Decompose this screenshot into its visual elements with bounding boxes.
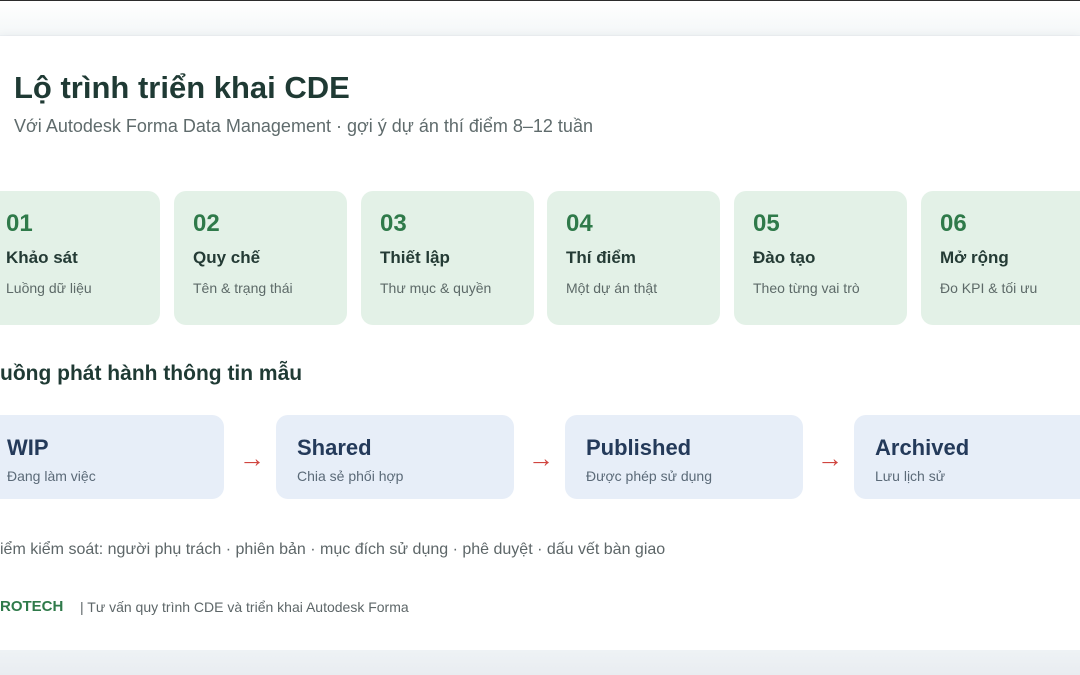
page-title: Lộ trình triển khai CDE [14, 70, 350, 105]
step-number: 03 [380, 210, 407, 237]
flow-section-title: uồng phát hành thông tin mẫu [0, 362, 303, 385]
flow-state-archived: Archived Lưu lịch sử [854, 415, 1080, 499]
arrow-right-icon: → [817, 443, 843, 473]
step-number: 01 [6, 210, 33, 237]
step-number: 04 [566, 210, 593, 237]
step-name: Khảo sát [6, 248, 78, 267]
step-card-06: 06 Mở rộng Đo KPI & tối ưu [921, 191, 1080, 325]
step-number: 05 [753, 210, 780, 237]
flow-state-published: Published Được phép sử dụng [565, 415, 803, 499]
flow-state-name: WIP [7, 435, 49, 460]
step-description: Đo KPI & tối ưu [940, 280, 1038, 296]
background-top [0, 1, 1080, 35]
step-name: Thí điểm [566, 248, 636, 267]
flow-state-description: Chia sẻ phối hợp [297, 468, 404, 484]
flow-state-name: Archived [875, 435, 970, 460]
step-description: Theo từng vai trò [753, 280, 860, 296]
step-name: Đào tạo [753, 248, 816, 267]
flow-state-wip: WIP Đang làm việc [0, 415, 224, 499]
step-description: Luồng dữ liệu [6, 280, 92, 296]
step-name: Mở rộng [940, 248, 1009, 267]
control-points-text: iểm kiểm soát: người phụ trách · phiên b… [0, 541, 666, 558]
step-description: Thư mục & quyền [380, 280, 492, 296]
step-card-03: 03 Thiết lập Thư mục & quyền [361, 191, 534, 325]
step-description: Tên & trạng thái [193, 280, 293, 296]
step-description: Một dự án thật [566, 280, 658, 296]
step-number: 06 [940, 210, 967, 237]
brand-tagline: | Tư vấn quy trình CDE và triển khai Aut… [80, 599, 409, 615]
background-bottom [0, 650, 1080, 675]
step-number: 02 [193, 210, 220, 237]
flow-state-name: Shared [297, 435, 372, 460]
arrow-right-icon: → [239, 443, 265, 473]
step-name: Thiết lập [380, 248, 450, 267]
flow-state-description: Lưu lịch sử [875, 468, 946, 484]
step-card-01: 01 Khảo sát Luồng dữ liệu [0, 191, 160, 325]
flow-state-description: Đang làm việc [7, 468, 96, 484]
arrow-right-icon: → [528, 443, 554, 473]
brand-logo-text: ROTECH [0, 598, 64, 615]
step-card-05: 05 Đào tạo Theo từng vai trò [734, 191, 907, 325]
flow-state-description: Được phép sử dụng [586, 468, 712, 484]
step-card-04: 04 Thí điểm Một dự án thật [547, 191, 720, 325]
step-card-02: 02 Quy chế Tên & trạng thái [174, 191, 347, 325]
flow-state-name: Published [586, 435, 692, 460]
page-subtitle: Với Autodesk Forma Data Management · gợi… [14, 116, 593, 136]
step-name: Quy chế [193, 248, 261, 267]
flow-state-shared: Shared Chia sẻ phối hợp [276, 415, 514, 499]
